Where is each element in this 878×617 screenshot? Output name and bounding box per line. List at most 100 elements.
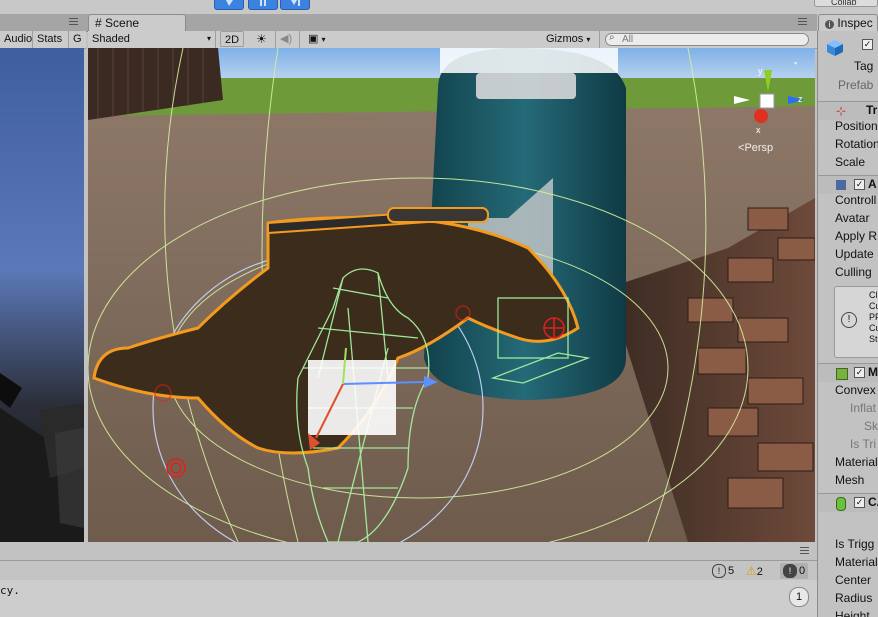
image-icon: ▣ — [308, 33, 319, 45]
mesh-collider-mesh-label: Mesh — [835, 473, 865, 487]
info-line: PF — [869, 312, 878, 322]
transform-icon: ⊹ — [836, 104, 847, 118]
tab-menu-icon[interactable] — [68, 17, 80, 27]
lock-icon[interactable]: ▪ — [794, 58, 797, 68]
mesh-collider-header[interactable]: ✓ M — [818, 363, 878, 382]
dropdown-arrow-icon: ▾ — [586, 35, 591, 44]
animator-enabled-checkbox[interactable]: ✓ — [854, 179, 865, 190]
scene-grid-icon: # — [95, 16, 102, 30]
animator-apply-root-label: Apply R — [835, 229, 878, 243]
cube-icon — [826, 39, 844, 57]
status-message[interactable]: cy. — [0, 584, 20, 597]
error-icon: ! — [783, 564, 797, 579]
scene-search-box[interactable]: ⌕ All — [605, 32, 809, 46]
tag-label: Tag — [854, 59, 874, 73]
animator-update-label: Update — [835, 247, 874, 261]
game-gizmos-toggle[interactable]: G — [69, 31, 86, 48]
scene-render — [88, 48, 815, 542]
search-placeholder: All — [622, 34, 634, 45]
animator-avatar-label: Avatar — [835, 211, 870, 225]
error-count: 0 — [799, 565, 806, 577]
tab-inspector-label: Inspec — [837, 16, 873, 30]
transform-rotation-label: Rotation — [835, 137, 878, 151]
error-filter-toggle[interactable]: ! 0 — [780, 563, 809, 579]
dropdown-arrow-icon: ▾ — [321, 35, 326, 44]
mode-2d-toggle[interactable]: 2D — [220, 31, 244, 47]
console-toolbar — [0, 560, 817, 581]
audio-toggle[interactable]: Audio — [0, 31, 33, 48]
shading-mode-dropdown[interactable]: Shaded ▾ — [88, 31, 216, 48]
info-circle-icon: ! — [841, 312, 857, 328]
top-toolbar — [0, 0, 878, 14]
status-count-badge[interactable]: 1 — [789, 587, 809, 607]
info-bubble-icon: ! — [712, 564, 726, 579]
info-line: St — [869, 334, 878, 344]
capsule-collider-enabled-checkbox[interactable]: ✓ — [854, 497, 865, 508]
game-view-render — [0, 373, 84, 542]
transform-position-label: Position — [835, 119, 878, 133]
tab-scene[interactable]: # Scene — [88, 14, 186, 32]
axis-y-label: y — [758, 66, 763, 76]
animator-culling-label: Culling — [835, 265, 872, 279]
mesh-collider-title: M — [868, 365, 878, 379]
axis-z-label: z — [798, 94, 803, 104]
info-filter-toggle[interactable]: ! 5 — [712, 563, 734, 579]
animator-controller-label: Controll — [835, 193, 877, 207]
capsule-material-label: Material — [835, 555, 878, 569]
console-menu-icon[interactable] — [798, 546, 812, 556]
capsule-center-label: Center — [835, 573, 872, 587]
audio-preview-toggle[interactable]: ◀) — [276, 31, 300, 48]
play-button[interactable] — [214, 0, 244, 10]
info-line: Cl — [869, 290, 878, 300]
scene-viewport[interactable]: y z x <Persp ▪ — [88, 48, 815, 542]
sun-icon: ☀ — [256, 32, 267, 46]
mesh-collider-enabled-checkbox[interactable]: ✓ — [854, 367, 865, 378]
warning-filter-toggle[interactable]: ⚠2 — [746, 563, 763, 579]
gizmos-dropdown[interactable]: Gizmos ▾ — [542, 31, 600, 48]
prefab-label: Prefab — [838, 78, 874, 92]
info-line: Cu — [869, 323, 878, 333]
stats-toggle[interactable]: Stats — [33, 31, 69, 48]
lighting-toggle[interactable]: ☀ — [252, 31, 276, 48]
speaker-icon: ◀) — [280, 33, 293, 45]
scene-tab-menu-icon[interactable] — [796, 17, 810, 27]
info-line: Cu — [869, 301, 878, 311]
animator-title: A — [868, 177, 877, 191]
projection-toggle[interactable]: <Persp — [738, 142, 773, 154]
pause-button[interactable] — [248, 0, 278, 10]
step-icon — [291, 0, 300, 6]
mesh-collider-convex-label: Convex — [835, 383, 876, 397]
collab-button[interactable]: Collab — [814, 0, 878, 7]
search-icon: ⌕ — [609, 32, 615, 43]
axis-x-label: x — [756, 125, 761, 135]
tab-inspector[interactable]: i Inspec — [818, 14, 878, 32]
capsule-is-trigger-label: Is Trigg — [835, 537, 875, 551]
status-count: 1 — [795, 591, 803, 603]
scene-bottom-strip — [0, 542, 817, 560]
dropdown-arrow-icon: ▾ — [206, 34, 211, 43]
capsule-collider-header[interactable]: ✓ CA — [818, 493, 878, 512]
info-icon: i — [825, 20, 834, 29]
active-checkbox[interactable]: ✓ — [862, 39, 873, 50]
mesh-collider-is-trigger-label: Is Tri — [850, 437, 876, 451]
animator-icon — [836, 180, 846, 190]
effects-dropdown[interactable]: ▣ ▾ — [304, 31, 340, 48]
warning-count: 2 — [756, 566, 763, 578]
game-view[interactable] — [0, 48, 84, 542]
transform-scale-label: Scale — [835, 155, 866, 169]
transform-title: Tr — [866, 103, 878, 117]
step-button[interactable] — [280, 0, 310, 10]
tab-scene-label: Scene — [105, 16, 140, 30]
capsule-collider-title: CA — [868, 495, 878, 509]
mesh-collider-material-label: Material — [835, 455, 878, 469]
status-bar — [0, 580, 817, 617]
play-icon — [226, 0, 233, 6]
warning-icon: ⚠ — [746, 564, 757, 578]
info-count: 5 — [728, 565, 735, 577]
shading-mode-label: Shaded — [92, 33, 130, 45]
inspector-panel: ✓ Tag Prefab ⊹ Tr Position Rotation Scal… — [817, 31, 878, 617]
mesh-collider-skin-label: Sk — [864, 419, 878, 433]
mesh-collider-icon — [836, 368, 848, 380]
pause-icon — [260, 0, 266, 6]
capsule-radius-label: Radius — [835, 591, 873, 605]
